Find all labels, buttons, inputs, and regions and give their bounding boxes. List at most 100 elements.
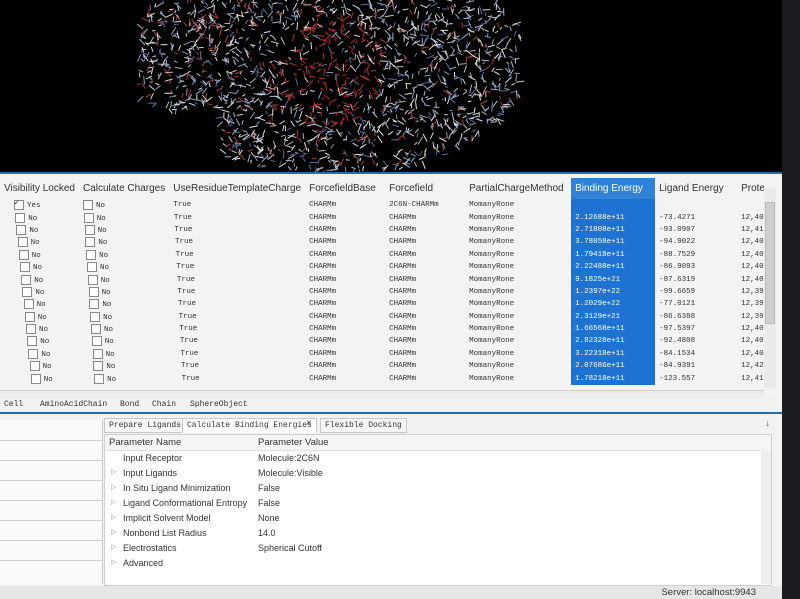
cell-protein[interactable]: 12,406,634 bbox=[737, 348, 764, 360]
cell-ligand[interactable]: -86.6388 bbox=[655, 311, 737, 323]
cell-pcm[interactable]: MomanyRone bbox=[465, 348, 571, 360]
cell-forcefield[interactable]: CHARMm bbox=[385, 261, 465, 273]
cell-ff-base[interactable]: CHARMm bbox=[305, 224, 385, 236]
table-row[interactable]: No No True CHARMm CHARMm MomanyRone 3.78058e+1… bbox=[0, 236, 764, 249]
cell-ligand[interactable]: -97.5397 bbox=[655, 323, 737, 335]
row-checkbox[interactable] bbox=[27, 336, 38, 347]
expand-arrow-icon[interactable]: ▷ bbox=[111, 483, 116, 491]
cell-binding[interactable]: 1.2397e+22 bbox=[571, 285, 656, 299]
row-checkbox[interactable] bbox=[20, 262, 30, 273]
row-checkbox[interactable] bbox=[85, 237, 96, 248]
cell-visibility-locked[interactable]: No bbox=[0, 323, 79, 335]
expand-arrow-icon[interactable]: ▷ bbox=[111, 543, 116, 551]
cell-use-residue[interactable]: True bbox=[169, 249, 305, 261]
cell-protein[interactable]: 12,407,708 bbox=[737, 335, 764, 347]
cell-protein[interactable]: 12,399,713 bbox=[737, 311, 764, 323]
parameter-row[interactable]: ▷ Ligand Conformational Entropy False bbox=[105, 496, 771, 511]
cell-protein[interactable]: 12,419,347 bbox=[737, 224, 764, 236]
table-row[interactable]: No No True CHARMm CHARMm MomanyRone 1.66568e+1… bbox=[0, 322, 764, 336]
row-checkbox[interactable] bbox=[89, 299, 100, 310]
cell-ligand[interactable]: -87.6319 bbox=[655, 273, 737, 285]
cell-forcefield[interactable]: CHARMm bbox=[385, 323, 465, 335]
column-header-forcefieldbase[interactable]: ForcefieldBase bbox=[305, 178, 385, 199]
cell-forcefield[interactable]: 2C6N-CHARMm bbox=[385, 199, 465, 211]
cell-use-residue[interactable]: True bbox=[169, 335, 305, 347]
tab-sphereobject[interactable]: SphereObject bbox=[190, 400, 248, 409]
close-tab-icon[interactable]: ✕ bbox=[306, 418, 311, 428]
cell-ligand[interactable]: -93.0907 bbox=[655, 224, 737, 236]
cell-pcm[interactable]: MomanyRone bbox=[465, 311, 571, 323]
table-row[interactable]: Yes No TrueCHARMm2C6N-CHARMmMomanyRone bbox=[0, 198, 764, 212]
cell-pcm[interactable]: MomanyRone bbox=[465, 211, 571, 223]
cell-visibility-locked[interactable]: No bbox=[0, 261, 79, 273]
column-header-protein-energy[interactable]: Protein Energy bbox=[737, 178, 764, 199]
row-checkbox[interactable] bbox=[16, 224, 27, 235]
table-row[interactable]: No No True CHARMm CHARMm MomanyRone 9.1825e+21… bbox=[0, 273, 764, 286]
parameter-row[interactable]: ▷ Electrostatics Spherical Cutoff bbox=[105, 541, 771, 556]
cell-forcefield[interactable]: CHARMm bbox=[385, 224, 465, 236]
parameter-value[interactable]: False bbox=[258, 498, 280, 508]
cell-ff-base[interactable]: CHARMm bbox=[305, 348, 385, 360]
row-checkbox[interactable] bbox=[23, 299, 34, 310]
cell-protein[interactable] bbox=[737, 199, 764, 211]
cell-ff-base[interactable]: CHARMm bbox=[305, 323, 385, 335]
parameter-value[interactable]: Molecule:2C6N bbox=[258, 453, 320, 463]
cell-protein[interactable]: 12,409,352 bbox=[737, 236, 764, 248]
cell-calculate-charges[interactable]: No bbox=[79, 335, 169, 347]
table-row[interactable]: No No True CHARMm CHARMm MomanyRone 1.2029e+22… bbox=[0, 298, 764, 311]
row-checkbox[interactable] bbox=[84, 224, 95, 235]
cell-ligand[interactable]: -86.9093 bbox=[655, 261, 737, 273]
cell-use-residue[interactable]: True bbox=[169, 273, 305, 285]
cell-ff-base[interactable]: CHARMm bbox=[305, 360, 385, 372]
cell-protein[interactable]: 12,396,095 bbox=[737, 286, 764, 298]
cell-forcefield[interactable]: CHARMm bbox=[385, 286, 465, 298]
row-checkbox[interactable] bbox=[28, 348, 39, 359]
column-header-visibility-locked[interactable]: Visibility Locked bbox=[0, 178, 79, 199]
cell-calculate-charges[interactable]: No bbox=[79, 311, 169, 323]
row-checkbox[interactable] bbox=[87, 274, 98, 285]
cell-binding[interactable]: 2.3129e+21 bbox=[571, 310, 656, 323]
row-checkbox[interactable] bbox=[94, 373, 105, 384]
cell-calculate-charges[interactable]: No bbox=[79, 372, 169, 384]
cell-ff-base[interactable]: CHARMm bbox=[305, 335, 385, 347]
cell-calculate-charges[interactable]: No bbox=[79, 360, 169, 372]
table-row[interactable]: No No True CHARMm CHARMm MomanyRone 2.3129e+21… bbox=[0, 310, 764, 323]
parameter-value[interactable]: False bbox=[258, 483, 280, 493]
table-vertical-scrollbar[interactable] bbox=[764, 188, 776, 388]
table-row[interactable]: No No True CHARMm CHARMm MomanyRone 1.2397e+22… bbox=[0, 285, 764, 299]
cell-visibility-locked[interactable]: No bbox=[0, 211, 79, 223]
row-checkbox[interactable] bbox=[83, 212, 94, 223]
expand-arrow-icon[interactable]: ▷ bbox=[111, 513, 116, 521]
table-row[interactable]: No No True CHARMm CHARMm MomanyRone 2.82328e+1… bbox=[0, 335, 764, 348]
cell-visibility-locked[interactable]: Yes bbox=[0, 198, 79, 211]
cell-protein[interactable]: 12,402,175 bbox=[737, 323, 764, 335]
parameter-row[interactable]: ▷ In Situ Ligand Minimization False bbox=[105, 481, 771, 496]
table-row[interactable]: No No True CHARMm CHARMm MomanyRone 3.22318e+1… bbox=[0, 347, 764, 361]
row-checkbox[interactable] bbox=[15, 212, 26, 223]
row-checkbox[interactable] bbox=[82, 200, 93, 211]
cell-binding[interactable]: 2.71808e+11 bbox=[571, 223, 656, 237]
cell-ligand[interactable]: -77.0121 bbox=[655, 298, 737, 310]
row-checkbox[interactable] bbox=[92, 348, 103, 359]
row-checkbox[interactable] bbox=[26, 324, 36, 335]
cell-protein[interactable]: 12,400,705 bbox=[737, 249, 764, 261]
cell-ligand[interactable]: -73.4271 bbox=[655, 211, 737, 223]
parameter-value[interactable]: 14.0 bbox=[258, 528, 276, 538]
cell-pcm[interactable]: MomanyRone bbox=[465, 261, 571, 273]
cell-ff-base[interactable]: CHARMm bbox=[305, 261, 385, 273]
cell-visibility-locked[interactable]: No bbox=[0, 298, 79, 310]
cell-ff-base[interactable]: CHARMm bbox=[305, 249, 385, 261]
cell-calculate-charges[interactable]: No bbox=[79, 261, 169, 273]
cell-visibility-locked[interactable]: No bbox=[0, 286, 79, 298]
row-checkbox[interactable] bbox=[86, 262, 97, 273]
cell-use-residue[interactable]: True bbox=[169, 236, 305, 248]
row-checkbox[interactable] bbox=[90, 311, 101, 322]
cell-protein[interactable]: 12,422,991 bbox=[737, 360, 764, 372]
cell-forcefield[interactable]: CHARMm bbox=[385, 311, 465, 323]
cell-binding[interactable] bbox=[571, 199, 656, 212]
cell-forcefield[interactable]: CHARMm bbox=[385, 236, 465, 248]
cell-ligand[interactable]: -99.6659 bbox=[655, 286, 737, 298]
cell-pcm[interactable]: MomanyRone bbox=[465, 372, 571, 384]
row-checkbox[interactable] bbox=[91, 336, 102, 347]
cell-visibility-locked[interactable]: No bbox=[0, 273, 79, 285]
